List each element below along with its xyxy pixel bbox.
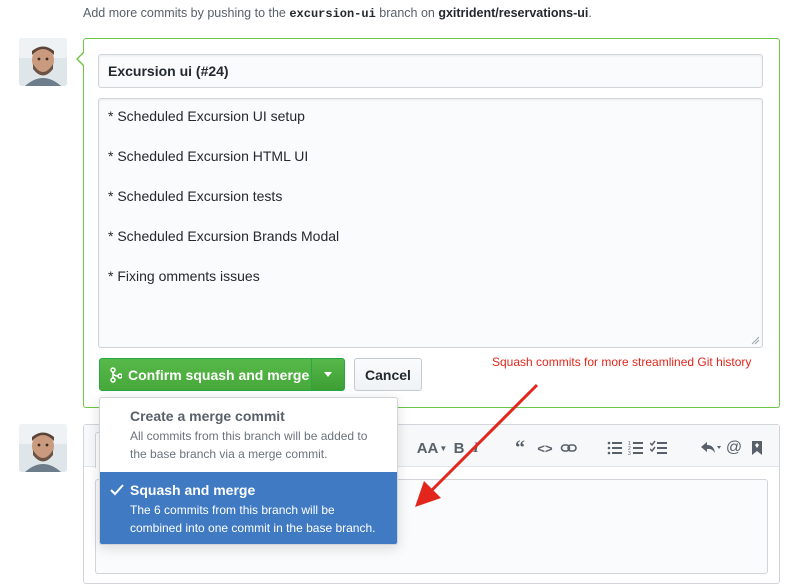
quote-icon[interactable]: “ (511, 437, 529, 459)
text-size-icon[interactable]: AA ▼ (416, 438, 448, 458)
menu-item-title: Create a merge commit (130, 408, 285, 424)
text-size-label: AA (416, 439, 439, 457)
git-merge-icon (110, 366, 122, 383)
italic-label: I (473, 439, 479, 456)
menu-item-description: The 6 commits from this branch will be (130, 503, 335, 517)
cancel-button[interactable]: Cancel (354, 358, 422, 391)
avatar[interactable] (19, 424, 67, 472)
check-icon (110, 484, 124, 496)
commit-message-line: * Fixing omments issues (108, 268, 260, 284)
menu-item-description: All commits from this branch will be add… (130, 429, 368, 443)
hint-prefix: Add more commits by pushing to the (83, 6, 290, 20)
menu-item-description: the base branch via a merge commit. (130, 447, 328, 461)
bookmark-icon[interactable] (751, 440, 763, 456)
task-list-icon[interactable] (649, 440, 667, 456)
push-hint: Add more commits by pushing to the excur… (83, 6, 592, 21)
branch-name: excursion-ui (289, 7, 376, 21)
menu-item-description: combined into one commit in the base bra… (130, 521, 376, 535)
caret-down-icon (324, 372, 332, 377)
merge-method-menu: Create a merge commit All commits from t… (99, 397, 398, 545)
annotation-text: Squash commits for more streamlined Git … (492, 355, 752, 369)
bullet-list-icon[interactable] (607, 440, 623, 456)
avatar-photo (19, 38, 67, 86)
avatar[interactable] (19, 38, 67, 86)
cancel-button-label: Cancel (365, 366, 411, 383)
resize-grip-icon[interactable] (751, 336, 760, 345)
repo-name: gxitrident/reservations-ui (438, 6, 589, 20)
commit-message-line: * Scheduled Excursion tests (108, 188, 283, 204)
italic-icon[interactable]: I (470, 438, 482, 458)
menu-item-create-merge-commit[interactable]: Create a merge commit All commits from t… (100, 398, 397, 471)
svg-text:3: 3 (628, 451, 631, 456)
commit-message-textarea[interactable]: * Scheduled Excursion UI setup * Schedul… (98, 98, 763, 348)
mention-icon[interactable]: @ (726, 438, 742, 458)
menu-item-squash-and-merge[interactable]: Squash and merge The 6 commits from this… (100, 472, 397, 544)
hint-middle: branch on (375, 6, 439, 20)
commit-title-input[interactable] (98, 54, 763, 88)
confirm-squash-merge-button[interactable]: Confirm squash and merge (99, 358, 312, 391)
bold-label: B (453, 439, 465, 457)
commit-message-line: * Scheduled Excursion UI setup (108, 108, 305, 124)
merge-method-dropdown-button[interactable] (311, 358, 345, 391)
numbered-list-icon[interactable]: 123 (628, 440, 644, 457)
avatar-photo (19, 424, 67, 472)
confirm-button-label: Confirm squash and merge (128, 366, 310, 383)
commit-message-line: * Scheduled Excursion Brands Modal (108, 228, 340, 244)
reply-icon[interactable] (700, 440, 722, 456)
code-icon[interactable]: <> (536, 438, 554, 458)
menu-item-title: Squash and merge (130, 482, 256, 498)
link-icon[interactable] (560, 440, 578, 456)
bold-icon[interactable]: B (453, 438, 465, 458)
mention-label: @ (725, 439, 743, 456)
commit-message-line: * Scheduled Excursion HTML UI (108, 148, 309, 164)
hint-suffix: . (588, 6, 592, 20)
